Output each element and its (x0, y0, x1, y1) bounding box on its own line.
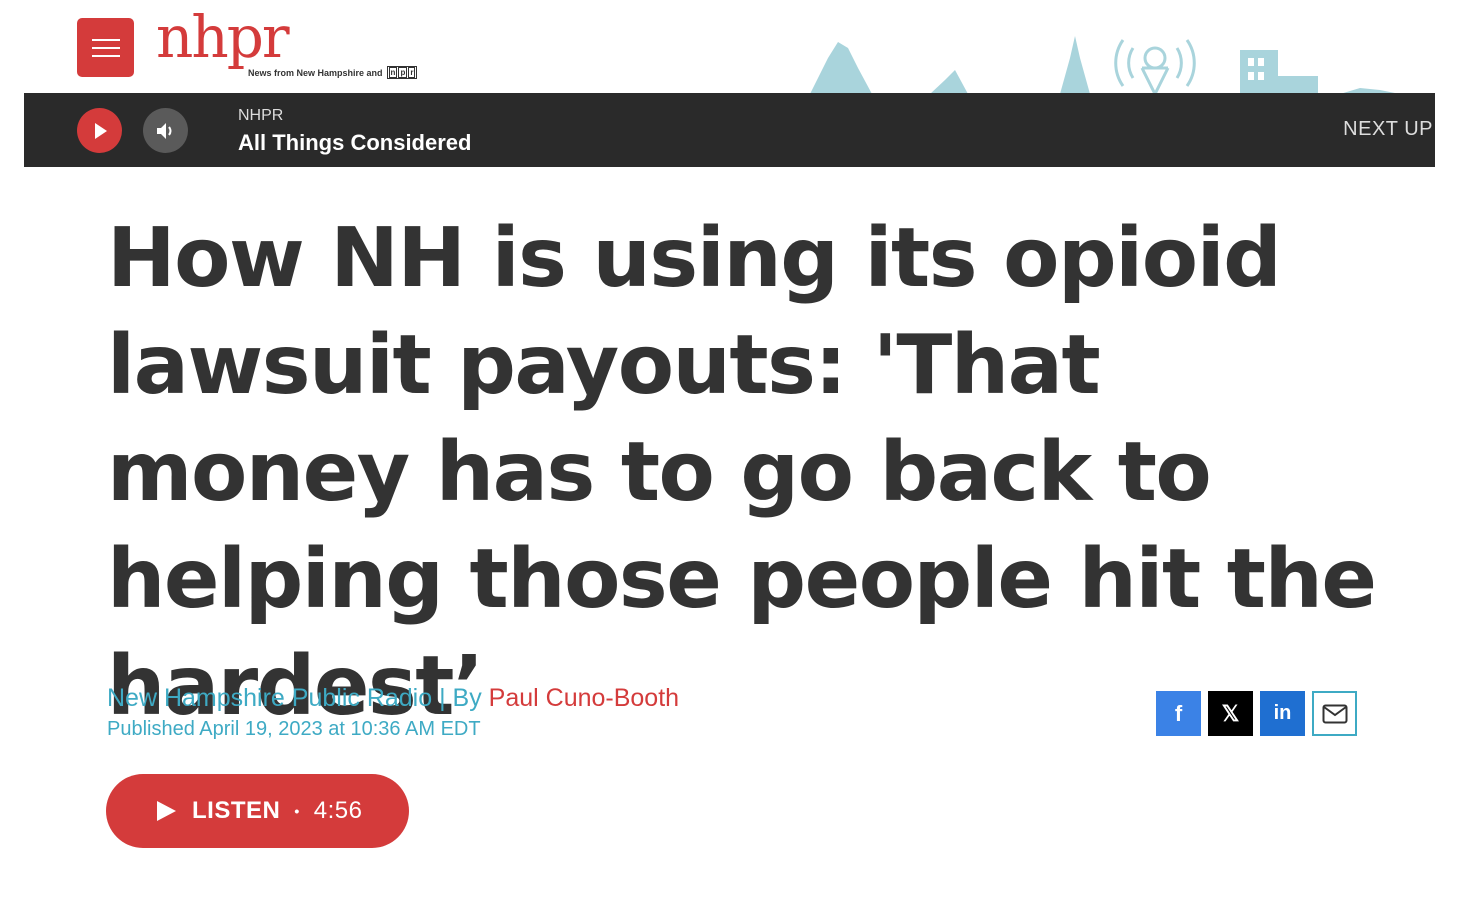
linkedin-icon: in (1273, 702, 1292, 724)
menu-bar-icon (91, 46, 120, 49)
published-date: Published April 19, 2023 at 10:36 AM EDT (107, 718, 481, 740)
next-up-button[interactable]: NEXT UP (1343, 118, 1433, 141)
byline-org[interactable]: New Hampshire Public Radio (107, 684, 432, 712)
share-buttons: f 𝕏 in (1156, 691, 1357, 736)
show-title[interactable]: All Things Considered (238, 130, 471, 156)
envelope-icon (1322, 704, 1347, 723)
x-share-button[interactable]: 𝕏 (1208, 691, 1253, 736)
menu-bar-icon (91, 54, 120, 57)
play-icon (157, 801, 176, 821)
byline-separator: | By (432, 684, 489, 712)
site-header: nhpr News from New Hampshire and npr (0, 0, 1464, 94)
volume-button[interactable] (143, 108, 188, 153)
facebook-share-button[interactable]: f (1156, 691, 1201, 736)
byline: New Hampshire Public Radio | By Paul Cun… (107, 684, 679, 713)
live-audio-player: NHPR All Things Considered NEXT UP (24, 93, 1435, 167)
listen-button[interactable]: LISTEN • 4:56 (106, 774, 409, 848)
station-name: NHPR (238, 107, 284, 124)
listen-duration: 4:56 (313, 797, 363, 824)
linkedin-share-button[interactable]: in (1260, 691, 1305, 736)
tagline-text: News from New Hampshire and (248, 67, 383, 78)
nhpr-logo[interactable]: nhpr (156, 8, 290, 66)
menu-bar-icon (91, 38, 120, 41)
email-share-button[interactable] (1312, 691, 1357, 736)
article-headline: How NH is using its opioid lawsuit payou… (107, 211, 1377, 734)
npr-letter: r (408, 67, 416, 78)
skyline-illustration (810, 36, 1400, 94)
x-icon: 𝕏 (1221, 700, 1240, 726)
facebook-icon: f (1174, 700, 1183, 726)
speaker-icon (156, 122, 171, 139)
npr-letter: p (398, 67, 408, 78)
play-button[interactable] (77, 108, 122, 153)
npr-letter: n (388, 67, 398, 78)
hamburger-menu-button[interactable] (77, 18, 134, 77)
npr-mini-logo: npr (386, 66, 418, 79)
byline-author[interactable]: Paul Cuno-Booth (489, 684, 679, 712)
listen-label: LISTEN (192, 797, 281, 824)
listen-separator: • (294, 803, 300, 819)
logo-tagline: News from New Hampshire and npr (248, 66, 418, 79)
play-icon (94, 122, 107, 139)
